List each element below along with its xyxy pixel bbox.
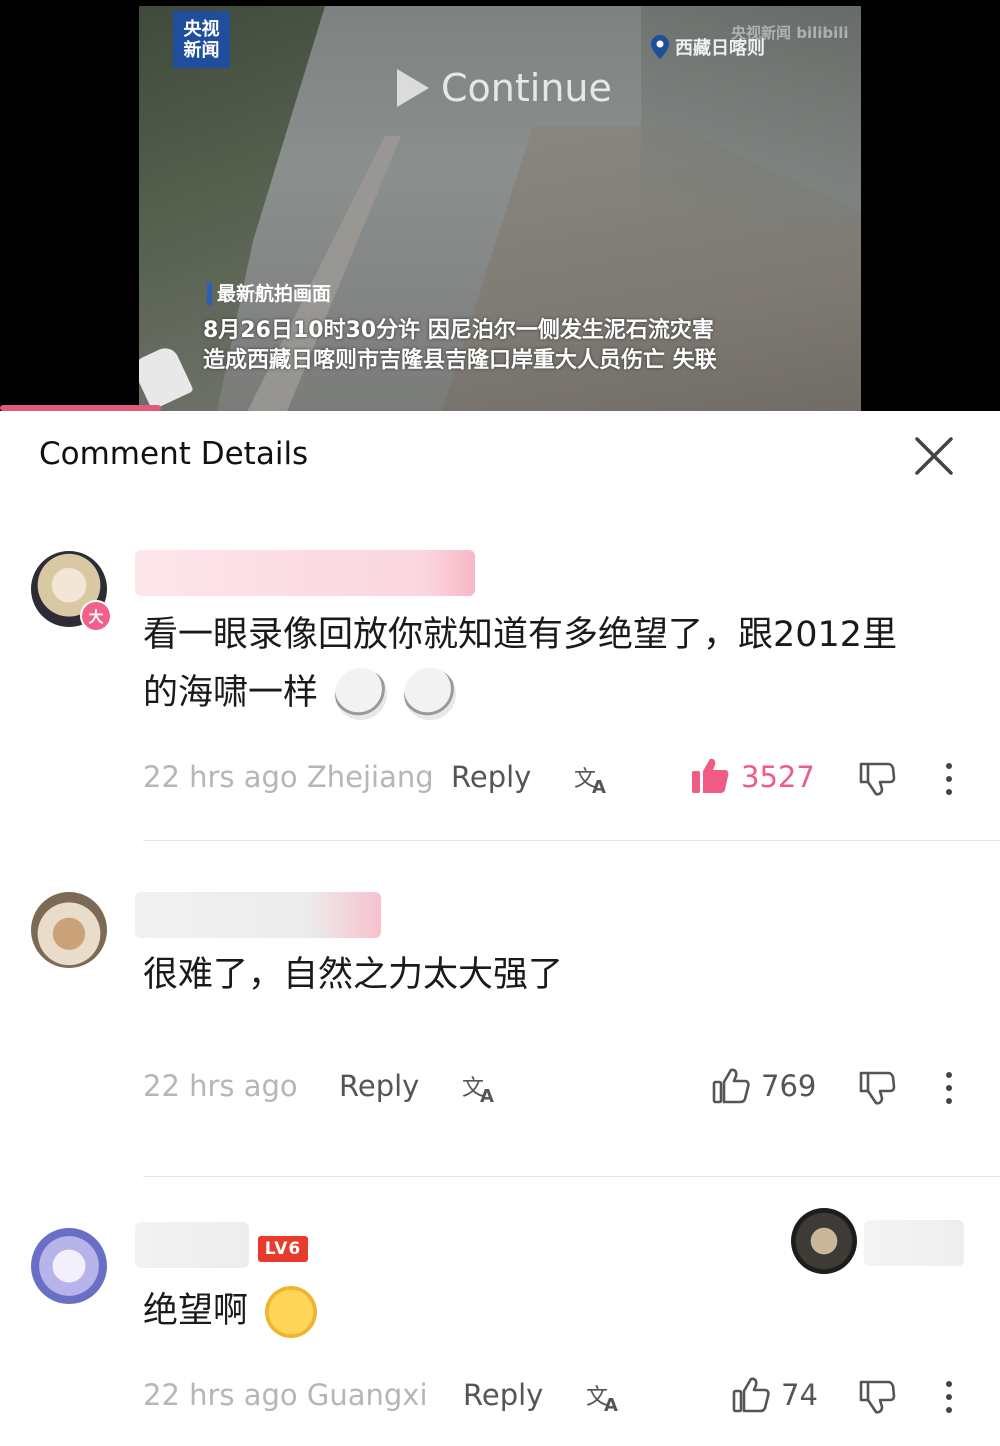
comment-meta: 22 hrs ago Zhejiang <box>143 760 434 794</box>
like-count: 74 <box>781 1378 818 1412</box>
translate-icon[interactable]: 文 A <box>462 1071 500 1105</box>
comment-text-line: 绝望啊 <box>143 1291 249 1331</box>
blurred-text <box>864 1220 964 1266</box>
thumbs-down-icon[interactable] <box>858 1378 896 1416</box>
comment-meta: 22 hrs ago Guangxi <box>143 1378 428 1412</box>
reply-button[interactable]: Reply <box>451 760 531 794</box>
username-blurred[interactable] <box>135 1222 249 1268</box>
svg-text:A: A <box>480 1086 494 1105</box>
thumbs-up-icon[interactable] <box>690 756 730 796</box>
thumbs-up-icon[interactable] <box>711 1066 751 1106</box>
panel-title: Comment Details <box>39 436 309 472</box>
vip-badge: 大 <box>80 600 112 632</box>
caption-tag: 最新航拍画面 <box>207 283 331 305</box>
play-icon <box>397 69 429 107</box>
caption-line-1: 8月26日10时30分许 因尼泊尔一侧发生泥石流灾害 <box>203 318 714 343</box>
caption-line-2: 造成西藏日喀则市吉隆县吉隆口岸重大人员伤亡 失联 <box>203 348 717 373</box>
divider <box>143 1176 1000 1177</box>
video-frame[interactable]: 央视 新闻 央视新闻 bilibili 西藏日喀则 Continue 最新航拍画… <box>139 6 861 411</box>
comment-meta: 22 hrs ago <box>143 1069 298 1103</box>
username-blurred[interactable] <box>135 892 381 938</box>
username-blurred[interactable] <box>135 550 475 596</box>
thumbs-up-icon[interactable] <box>731 1375 771 1415</box>
more-icon[interactable] <box>940 1071 958 1105</box>
divider <box>143 840 1000 841</box>
more-icon[interactable] <box>940 762 958 796</box>
thumbs-down-icon[interactable] <box>858 1069 896 1107</box>
translate-icon[interactable]: 文 A <box>574 762 612 796</box>
sticker-emoji <box>335 668 388 720</box>
location-label: 西藏日喀则 <box>651 34 765 60</box>
close-icon[interactable] <box>908 430 960 482</box>
location-pin-icon <box>651 35 669 59</box>
avatar[interactable] <box>31 892 107 968</box>
avatar[interactable] <box>31 1228 107 1304</box>
channel-logo: 央视 新闻 <box>173 11 230 68</box>
like-count: 769 <box>761 1069 817 1103</box>
reply-button[interactable]: Reply <box>339 1069 419 1103</box>
reply-button[interactable]: Reply <box>463 1378 543 1412</box>
svg-text:A: A <box>592 777 606 796</box>
comment-text: 看一眼录像回放你就知道有多绝望了，跟2012里 的海啸一样 <box>143 606 897 722</box>
thumbs-down-icon[interactable] <box>858 760 896 798</box>
comment-text-line: 很难了，自然之力太大强了 <box>143 955 564 995</box>
continue-label: Continue <box>441 66 612 110</box>
like-count: 3527 <box>741 760 815 794</box>
location-text: 西藏日喀则 <box>675 38 765 59</box>
team-badge <box>791 1208 857 1274</box>
comment-text-line: 看一眼录像回放你就知道有多绝望了，跟2012里 <box>143 615 898 655</box>
svg-text:A: A <box>604 1395 618 1414</box>
progress-bar[interactable] <box>0 405 161 411</box>
continue-button[interactable]: Continue <box>397 66 612 110</box>
video-player[interactable]: 央视 新闻 央视新闻 bilibili 西藏日喀则 Continue 最新航拍画… <box>0 0 1000 411</box>
more-icon[interactable] <box>940 1380 958 1414</box>
sticker-emoji <box>404 668 457 720</box>
comment-text: 绝望啊 <box>143 1282 318 1340</box>
level-badge: LV6 <box>258 1236 308 1262</box>
sticker-emoji <box>265 1286 318 1338</box>
comment-text-line: 的海啸一样 <box>143 673 319 713</box>
comment-text: 很难了，自然之力太大强了 <box>143 946 563 1004</box>
translate-icon[interactable]: 文 A <box>586 1380 624 1414</box>
